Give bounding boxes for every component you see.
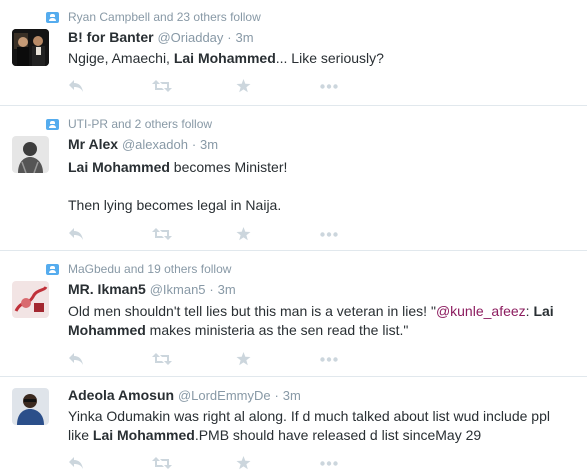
avatar[interactable] <box>12 29 49 66</box>
star-icon <box>236 456 251 470</box>
reply-icon <box>69 228 83 240</box>
social-context-text: UTI-PR and 2 others follow <box>68 117 213 131</box>
separator-dot: · <box>227 30 232 45</box>
separator-dot: · <box>274 388 279 403</box>
tweet-text-segment: ... Like seriously? <box>275 50 384 66</box>
avatar[interactable] <box>12 136 49 173</box>
favorite-button[interactable] <box>236 226 320 242</box>
more-icon <box>320 460 338 466</box>
tweet-text-segment: .PMB should have released d list sinceMa… <box>194 427 482 443</box>
social-context[interactable]: Ryan Campbell and 23 others follow <box>46 10 261 24</box>
tweet-header: B! for Banter @Oriadday · 3m <box>68 29 254 45</box>
social-context-text: Ryan Campbell and 23 others follow <box>68 10 261 24</box>
tweet-header: MR. Ikman5 @Ikman5 · 3m <box>68 281 236 297</box>
reply-button[interactable] <box>68 226 152 242</box>
tweet-actions <box>68 78 404 94</box>
more-icon <box>320 356 338 362</box>
retweet-button[interactable] <box>152 78 236 94</box>
social-context[interactable]: MaGbedu and 19 others follow <box>46 262 231 276</box>
reply-icon <box>69 80 83 92</box>
separator-dot: · <box>191 137 197 152</box>
follow-context-icon <box>46 11 59 23</box>
retweet-icon <box>152 457 172 469</box>
more-icon <box>320 231 338 237</box>
timestamp[interactable]: 3m <box>200 137 218 152</box>
retweet-icon <box>152 353 172 365</box>
tweet[interactable]: Adeola Amosun @LordEmmyDe · 3m Yinka Odu… <box>0 377 587 471</box>
more-button[interactable] <box>320 455 404 471</box>
highlighted-term: Lai Mohammed <box>173 50 276 66</box>
more-button[interactable] <box>320 351 404 367</box>
tweet-actions <box>68 455 404 471</box>
timestamp[interactable]: 3m <box>283 388 301 403</box>
social-context-text: MaGbedu and 19 others follow <box>68 262 232 276</box>
more-button[interactable] <box>320 226 404 242</box>
favorite-button[interactable] <box>236 78 320 94</box>
display-name[interactable]: Mr Alex <box>68 136 118 152</box>
tweet[interactable]: UTI-PR and 2 others follow Mr Alex @alex… <box>0 106 587 251</box>
tweet[interactable]: MaGbedu and 19 others follow MR. Ikman5 … <box>0 251 587 377</box>
retweet-icon <box>152 228 172 240</box>
tweet-actions <box>68 351 404 367</box>
tweet-text: Lai Mohammed becomes Minister! Then lyin… <box>68 158 573 215</box>
retweet-button[interactable] <box>152 455 236 471</box>
favorite-button[interactable] <box>236 455 320 471</box>
tweet-text: Yinka Odumakin was right al along. If d … <box>68 407 573 445</box>
tweet-actions <box>68 226 404 242</box>
follow-context-icon <box>46 263 59 275</box>
tweet-text-segment: Then lying becomes legal in Naija. <box>68 197 282 213</box>
highlighted-term: Lai Mohammed <box>68 159 170 175</box>
display-name[interactable]: MR. Ikman5 <box>68 281 146 297</box>
retweet-icon <box>152 80 172 92</box>
separator-dot: · <box>209 282 214 297</box>
tweet-text: Old men shouldn't tell lies but this man… <box>68 302 573 340</box>
user-handle[interactable]: @LordEmmyDe <box>178 388 271 403</box>
user-handle[interactable]: @Ikman5 <box>150 282 206 297</box>
reply-button[interactable] <box>68 455 152 471</box>
highlighted-term: Lai Mohammed <box>92 427 195 443</box>
star-icon <box>236 79 251 93</box>
follow-context-icon <box>46 118 59 130</box>
retweet-button[interactable] <box>152 351 236 367</box>
user-handle[interactable]: @Oriadday <box>157 30 223 45</box>
display-name[interactable]: B! for Banter <box>68 29 154 45</box>
tweet-text-segment: Old men shouldn't tell lies but this man… <box>68 303 436 319</box>
reply-button[interactable] <box>68 351 152 367</box>
more-icon <box>320 83 338 89</box>
tweet-text-segment: makes ministeria as the sen read the lis… <box>145 322 409 338</box>
mention-link[interactable]: @kunle_afeez <box>436 303 526 319</box>
user-handle[interactable]: @alexadoh <box>122 137 188 152</box>
tweet[interactable]: Ryan Campbell and 23 others follow B! fo… <box>0 0 587 106</box>
star-icon <box>236 352 251 366</box>
tweet-header: Mr Alex @alexadoh · 3m <box>68 136 218 152</box>
more-button[interactable] <box>320 78 404 94</box>
timestamp[interactable]: 3m <box>236 30 254 45</box>
retweet-button[interactable] <box>152 226 236 242</box>
avatar[interactable] <box>12 281 49 318</box>
tweet-text-segment: Ngige, Amaechi, <box>68 50 174 66</box>
avatar[interactable] <box>12 388 49 425</box>
favorite-button[interactable] <box>236 351 320 367</box>
reply-icon <box>69 457 83 469</box>
reply-icon <box>69 353 83 365</box>
tweet-text-segment: becomes Minister! <box>169 159 288 175</box>
tweet-text: Ngige, Amaechi, Lai Mohammed... Like ser… <box>68 49 573 68</box>
reply-button[interactable] <box>68 78 152 94</box>
tweet-feed: Ryan Campbell and 23 others follow B! fo… <box>0 0 587 471</box>
social-context[interactable]: UTI-PR and 2 others follow <box>46 117 212 131</box>
display-name[interactable]: Adeola Amosun <box>68 387 174 403</box>
star-icon <box>236 227 251 241</box>
timestamp[interactable]: 3m <box>218 282 236 297</box>
tweet-header: Adeola Amosun @LordEmmyDe · 3m <box>68 387 301 403</box>
